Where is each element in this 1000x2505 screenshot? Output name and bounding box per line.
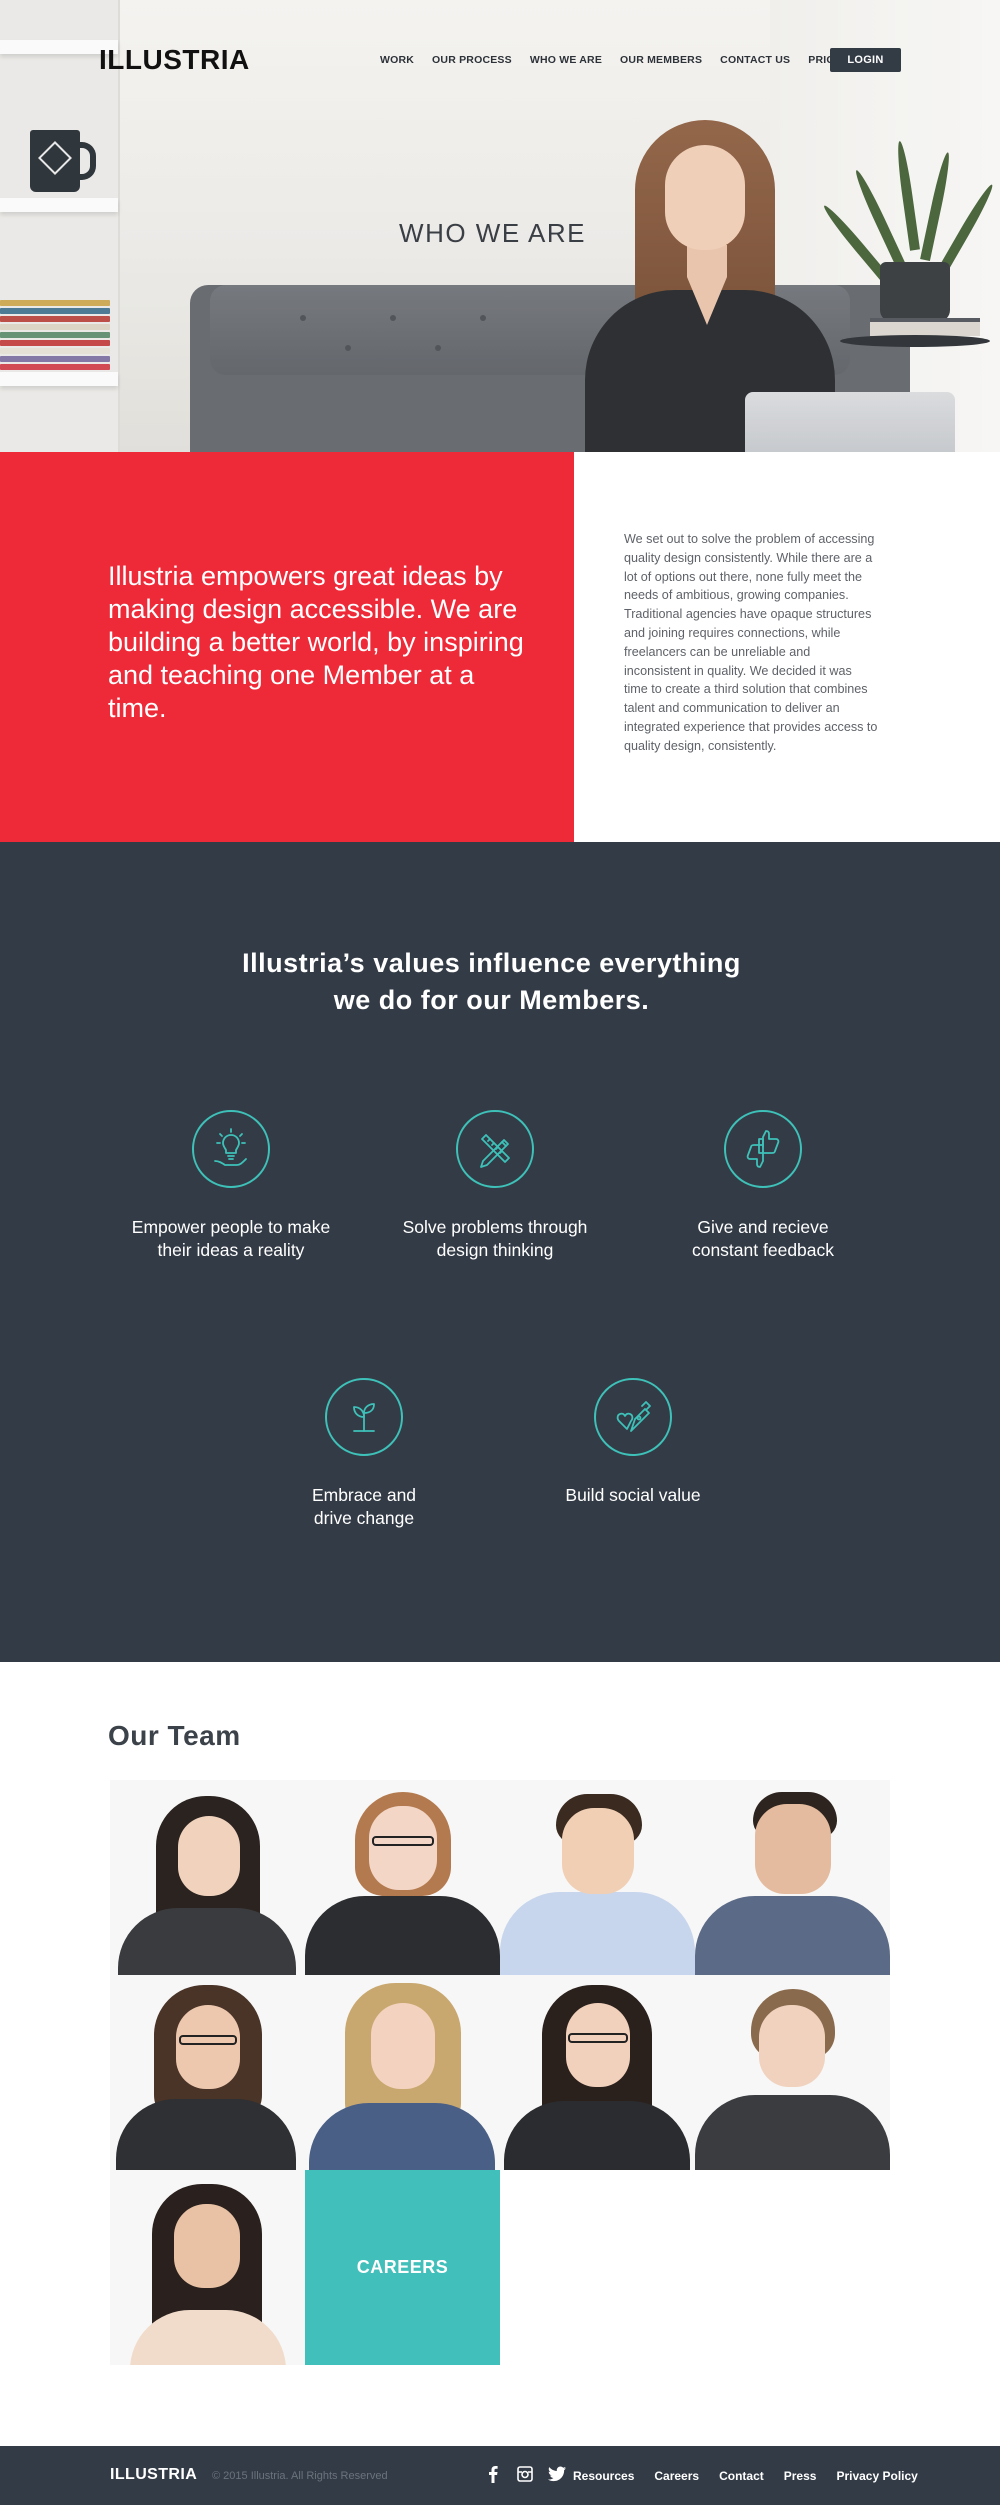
footer-link-press[interactable]: Press (784, 2469, 817, 2483)
facebook-icon[interactable] (484, 2465, 502, 2483)
thumbs-up-down-icon (724, 1110, 802, 1188)
footer-logo[interactable]: ILLUSTRIA (110, 2466, 197, 2484)
careers-tile[interactable]: CAREERS (305, 2170, 500, 2365)
mission-section: Illustria empowers great ideas by making… (0, 452, 1000, 842)
value-label: Empower people to make their ideas a real… (131, 1217, 331, 1260)
footer-link-privacy-policy[interactable]: Privacy Policy (836, 2469, 917, 2483)
heart-pen-icon (594, 1378, 672, 1456)
mission-body-panel: We set out to solve the problem of acces… (574, 452, 1000, 842)
team-member-photo[interactable] (500, 1975, 695, 2170)
nav-work[interactable]: WORK (380, 54, 414, 66)
login-button[interactable]: LOGIN (830, 48, 901, 72)
logo[interactable]: ILLUSTRIA (99, 44, 250, 76)
footer-copyright: © 2015 Illustria. All Rights Reserved (212, 2470, 388, 2482)
team-member-photo[interactable] (305, 1975, 500, 2170)
value-item: Embrace and drive change (249, 1378, 479, 1530)
values-section: Illustria’s values influence everything … (0, 842, 1000, 1662)
team-title: Our Team (108, 1720, 241, 1751)
page-title: WHO WE ARE (399, 218, 586, 248)
value-label: Embrace and drive change (311, 1485, 417, 1528)
pencil-ruler-icon (456, 1110, 534, 1188)
value-item: Give and recieve constant feedback (648, 1110, 878, 1262)
team-grid: CAREERS (110, 1780, 890, 2365)
hero-section: ILLUSTRIA WORK OUR PROCESS WHO WE ARE OU… (0, 0, 1000, 452)
team-member-photo[interactable] (500, 1780, 695, 1975)
team-member-photo[interactable] (110, 1780, 305, 1975)
team-member-photo[interactable] (110, 2170, 305, 2365)
value-label: Solve problems through design thinking (402, 1217, 588, 1260)
top-nav: ILLUSTRIA WORK OUR PROCESS WHO WE ARE OU… (0, 0, 1000, 120)
nav-who-we-are[interactable]: WHO WE ARE (530, 54, 602, 66)
nav-our-members[interactable]: OUR MEMBERS (620, 54, 702, 66)
social-links (484, 2465, 566, 2483)
nav-links: WORK OUR PROCESS WHO WE ARE OUR MEMBERS … (380, 54, 871, 66)
value-item: Solve problems through design thinking (380, 1110, 610, 1262)
team-member-photo[interactable] (695, 1975, 890, 2170)
sprout-icon (325, 1378, 403, 1456)
nav-contact-us[interactable]: CONTACT US (720, 54, 790, 66)
value-label: Build social value (565, 1485, 701, 1505)
nav-our-process[interactable]: OUR PROCESS (432, 54, 512, 66)
footer-link-resources[interactable]: Resources (573, 2469, 634, 2483)
mission-statement-panel: Illustria empowers great ideas by making… (0, 452, 574, 842)
team-member-photo[interactable] (305, 1780, 500, 1975)
instagram-icon[interactable] (516, 2465, 534, 2483)
lightbulb-hand-icon (192, 1110, 270, 1188)
mission-statement: Illustria empowers great ideas by making… (108, 561, 524, 723)
footer-links: Resources Careers Contact Press Privacy … (573, 2469, 938, 2483)
twitter-icon[interactable] (548, 2465, 566, 2483)
values-heading-line1: Illustria’s values influence everything (242, 948, 741, 978)
value-label: Give and recieve constant feedback (691, 1217, 835, 1260)
values-heading: Illustria’s values influence everything … (0, 945, 983, 1019)
value-item: Empower people to make their ideas a real… (116, 1110, 346, 1262)
footer-link-contact[interactable]: Contact (719, 2469, 764, 2483)
team-member-photo[interactable] (110, 1975, 305, 2170)
team-section: Our Team CAREERS (0, 1662, 1000, 2446)
mission-body-text: We set out to solve the problem of acces… (624, 532, 878, 753)
values-heading-line2: we do for our Members. (333, 985, 650, 1015)
footer: ILLUSTRIA © 2015 Illustria. All Rights R… (0, 2446, 1000, 2505)
team-member-photo[interactable] (695, 1780, 890, 1975)
footer-link-careers[interactable]: Careers (654, 2469, 699, 2483)
value-item: Build social value (518, 1378, 748, 1507)
